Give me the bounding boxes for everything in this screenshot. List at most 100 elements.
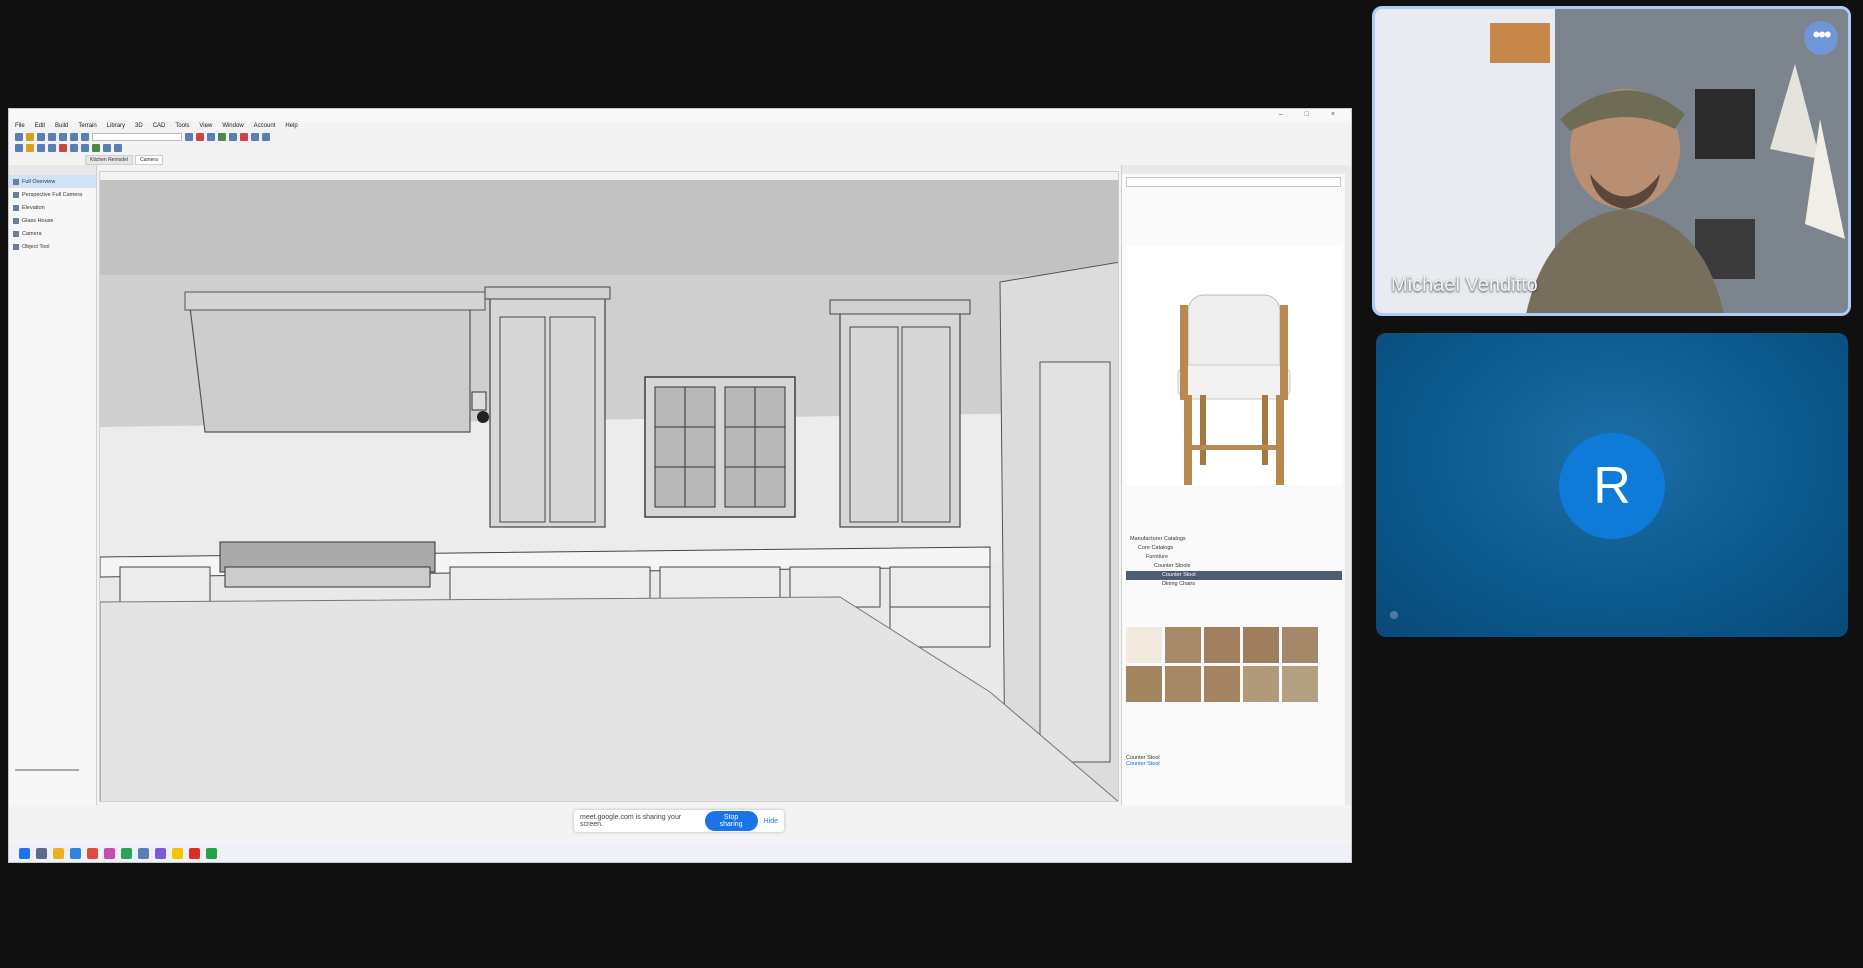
mic-off-icon (1390, 611, 1398, 619)
menu-item-library[interactable]: Library (107, 121, 125, 131)
pane-scrollbar[interactable] (15, 769, 79, 771)
start-icon[interactable] (19, 847, 30, 859)
text-tool-icon[interactable] (70, 143, 78, 152)
item-details: Counter Stool Counter Stool (1126, 755, 1342, 767)
tab-plan[interactable]: Kitchen Remodel (85, 155, 134, 165)
menu-item-build[interactable]: Build (55, 121, 68, 131)
window-icon[interactable] (251, 132, 259, 141)
whatsapp-icon[interactable] (206, 847, 217, 859)
open-folder-icon[interactable] (26, 132, 34, 141)
view-list-item[interactable]: Object Tool (9, 240, 96, 253)
menu-item-terrain[interactable]: Terrain (78, 121, 96, 131)
door-icon[interactable] (262, 132, 270, 141)
vertical-tool-strip[interactable] (1345, 165, 1351, 805)
teams-icon[interactable] (155, 847, 166, 859)
material-swatch[interactable] (1165, 666, 1201, 702)
material-swatch[interactable] (1165, 627, 1201, 663)
hide-banner-button[interactable]: Hide (764, 818, 778, 825)
chief-architect-icon[interactable] (138, 847, 149, 859)
material-painter-icon[interactable] (240, 132, 248, 141)
material-swatch[interactable] (1243, 627, 1279, 663)
library-search-input[interactable] (1126, 177, 1341, 187)
sheets-icon[interactable] (121, 847, 132, 859)
camera-view-icon (13, 230, 19, 237)
notes-icon[interactable] (172, 847, 183, 859)
file-explorer-icon[interactable] (53, 847, 64, 859)
view-list-label: Object Tool (22, 243, 50, 250)
camera-view-icon (13, 191, 19, 198)
app-menubar: File Edit Build Terrain Library 3D CAD Tools Vie… (9, 121, 1351, 131)
library-icon[interactable] (103, 143, 111, 152)
library-browser-header (1122, 165, 1345, 174)
material-swatch[interactable] (1282, 666, 1318, 702)
roof-icon[interactable] (48, 143, 56, 152)
menu-item-edit[interactable]: Edit (35, 121, 45, 131)
3d-camera-view[interactable] (99, 171, 1119, 802)
cabinet-tool-icon[interactable] (26, 143, 34, 152)
mail-icon[interactable] (70, 847, 81, 859)
undo-icon[interactable] (59, 132, 67, 141)
menu-item-cad[interactable]: CAD (153, 121, 166, 131)
floor-icon[interactable] (218, 132, 226, 141)
stairs-icon[interactable] (37, 143, 45, 152)
participant-name: Michael Venditto (1391, 274, 1538, 296)
share-banner-text: meet.google.com is sharing your screen. (580, 814, 682, 828)
library-tree-item[interactable]: Core Catalogs (1126, 544, 1342, 553)
layer-set-field[interactable] (92, 132, 182, 141)
menu-item-help[interactable]: Help (285, 121, 297, 131)
dimension-icon[interactable] (59, 143, 67, 152)
material-swatch[interactable] (1204, 666, 1240, 702)
app-titlebar: – □ × (9, 109, 1351, 121)
tab-camera[interactable]: Camera (135, 155, 163, 165)
kitchen-render (100, 180, 1118, 801)
menu-item-window[interactable]: Window (222, 121, 243, 131)
material-swatch[interactable] (1243, 666, 1279, 702)
new-file-icon[interactable] (15, 132, 23, 141)
view-list-item[interactable]: Elevation (9, 201, 96, 214)
stop-sharing-button[interactable]: Stop sharing (704, 811, 758, 831)
menu-item-file[interactable]: File (15, 121, 25, 131)
chrome-icon[interactable] (87, 847, 98, 859)
participant-tile-avatar[interactable]: R (1376, 333, 1848, 637)
select-icon[interactable] (185, 132, 193, 141)
library-tree-item[interactable]: Manufacturer Catalogs (1126, 535, 1342, 544)
material-swatch[interactable] (1282, 627, 1318, 663)
acrobat-icon[interactable] (189, 847, 200, 859)
window-controls[interactable]: – □ × (1279, 109, 1345, 121)
print-icon[interactable] (48, 132, 56, 141)
library-tree-item[interactable]: Counter Stools (1126, 562, 1342, 571)
view-list-item[interactable]: Perspective Full Camera (9, 188, 96, 201)
participant-tile-video[interactable]: ••• Michael Venditto (1372, 6, 1851, 316)
more-options-button[interactable]: ••• (1804, 21, 1838, 55)
menu-item-view[interactable]: View (199, 121, 212, 131)
material-swatch[interactable] (1126, 627, 1162, 663)
save-icon[interactable] (37, 132, 45, 141)
view-list-item[interactable]: Full Overview (9, 175, 96, 188)
view-list-item[interactable]: Camera (9, 227, 96, 240)
view-list-label: Elevation (22, 204, 45, 211)
zoom-icon[interactable] (229, 132, 237, 141)
redo-icon[interactable] (70, 132, 78, 141)
transform-icon[interactable] (114, 143, 122, 152)
app-icon[interactable] (104, 847, 115, 859)
delete-icon[interactable] (196, 132, 204, 141)
line-tool-icon[interactable] (81, 143, 89, 152)
material-swatch[interactable] (1204, 627, 1240, 663)
terrain-icon[interactable] (92, 143, 100, 152)
menu-item-account[interactable]: Account (254, 121, 276, 131)
material-swatch[interactable] (1126, 666, 1162, 702)
view-list-label: Perspective Full Camera (22, 191, 83, 198)
library-tree: Manufacturer Catalogs Core Catalogs Furnit… (1126, 535, 1342, 589)
item-details-link[interactable]: Counter Stool (1126, 761, 1342, 767)
wall-tool-icon[interactable] (15, 143, 23, 152)
library-tree-item[interactable]: Furniture (1126, 553, 1342, 562)
search-icon[interactable] (36, 847, 47, 859)
camera-icon[interactable] (207, 132, 215, 141)
menu-item-3d[interactable]: 3D (135, 121, 143, 131)
library-tree-item[interactable]: Dining Chairs (1126, 580, 1342, 589)
camera-view-icon (13, 178, 19, 185)
help-icon[interactable] (81, 132, 89, 141)
view-list-item[interactable]: Glass House (9, 214, 96, 227)
library-tree-item[interactable]: Counter Stool (1126, 571, 1342, 580)
menu-item-tools[interactable]: Tools (175, 121, 189, 131)
